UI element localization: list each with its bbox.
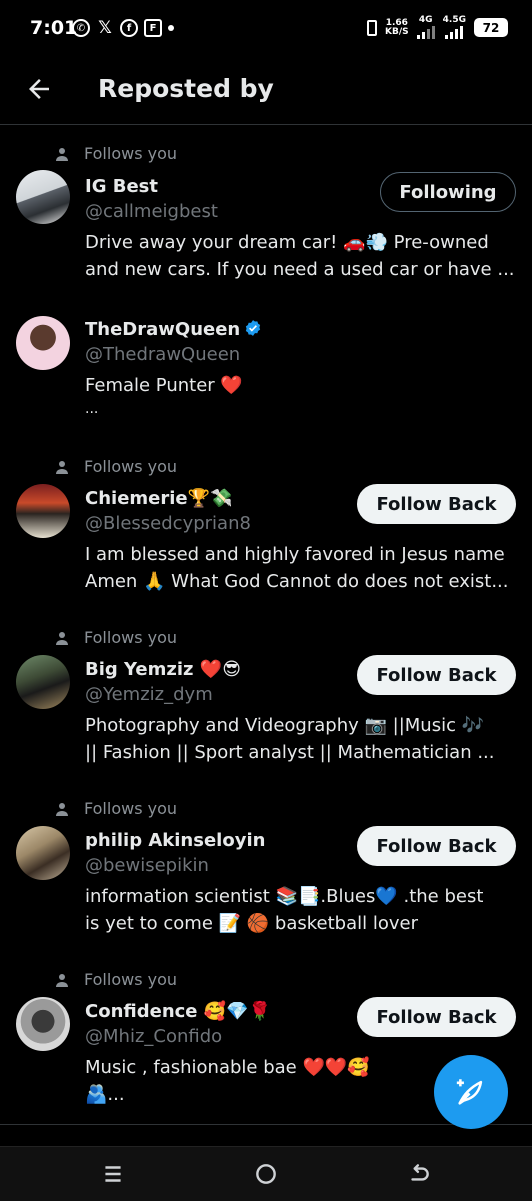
avatar[interactable]	[16, 484, 70, 538]
avatar[interactable]	[16, 170, 70, 224]
follow-back-button[interactable]: Follow Back	[357, 484, 516, 524]
user-handle: @Mhiz_Confido	[85, 1026, 223, 1047]
user-handle: @Blessedcyprian8	[85, 513, 251, 534]
whatsapp-icon: ✆	[72, 19, 90, 37]
user-handle: @bewisepikin	[85, 855, 209, 876]
app-notification-icon: F	[144, 19, 162, 37]
person-icon	[56, 147, 68, 161]
user-cell-chiemerie[interactable]: Follows you Chiemerie🏆💸 @Blessedcyprian8…	[0, 437, 532, 608]
status-bar: 7:01 ✆ 𝕏 f F 1.66 KB/S 4G 4.5G 72	[0, 0, 532, 60]
following-button[interactable]: Following	[380, 172, 516, 212]
more-notifications-dot	[168, 25, 174, 31]
user-bio: Photography and Videography 📷 ||Music 🎶 …	[85, 715, 495, 763]
user-name[interactable]: Chiemerie🏆💸	[85, 488, 232, 509]
user-name[interactable]: philip Akinseloyin	[85, 830, 265, 851]
avatar[interactable]	[16, 826, 70, 880]
user-name[interactable]: IG Best	[85, 176, 158, 197]
person-icon	[56, 973, 68, 987]
follow-back-button[interactable]: Follow Back	[357, 997, 516, 1037]
person-icon	[56, 631, 68, 645]
follows-you-row: Follows you	[54, 628, 177, 647]
avatar[interactable]	[16, 997, 70, 1051]
system-nav-bar	[0, 1146, 532, 1201]
status-time: 7:01	[30, 17, 78, 39]
user-handle: @callmeigbest	[85, 201, 218, 222]
home-icon[interactable]	[253, 1161, 279, 1187]
user-bio: Drive away your dream car! 🚗💨 Pre-owned …	[85, 232, 515, 280]
follows-you-row: Follows you	[54, 144, 177, 163]
user-bio: I am blessed and highly favored in Jesus…	[85, 544, 509, 592]
person-icon	[56, 460, 68, 474]
back-arrow-icon[interactable]	[24, 74, 54, 104]
verified-badge-icon	[246, 320, 261, 336]
follow-back-button[interactable]: Follow Back	[357, 655, 516, 695]
user-bio: information scientist 📚📑.Blues💙 .the bes…	[85, 886, 484, 934]
battery-indicator: 72	[474, 18, 508, 37]
signal-1: 4G	[416, 16, 435, 39]
compose-feather-icon	[456, 1079, 483, 1105]
user-cell-igbest[interactable]: Follows you IG Best @callmeigbest Follow…	[0, 124, 532, 292]
user-name[interactable]: Big Yemziz ❤️😎	[85, 659, 241, 680]
page-title: Reposted by	[98, 74, 274, 103]
user-cell-philip[interactable]: Follows you philip Akinseloyin @bewisepi…	[0, 779, 532, 950]
top-app-bar: Reposted by	[0, 60, 532, 125]
person-icon	[56, 802, 68, 816]
follows-you-row: Follows you	[54, 799, 177, 818]
back-nav-icon[interactable]	[406, 1161, 432, 1187]
follows-you-row: Follows you	[54, 970, 177, 989]
vibrate-icon	[367, 19, 378, 36]
user-name[interactable]: TheDrawQueen	[85, 319, 262, 340]
user-name[interactable]: Confidence 🥰💎🌹	[85, 1001, 271, 1022]
signal-2: 4.5G	[443, 16, 466, 39]
compose-fab[interactable]	[434, 1055, 508, 1129]
avatar[interactable]	[16, 316, 70, 370]
recents-icon[interactable]	[100, 1161, 126, 1187]
avatar[interactable]	[16, 655, 70, 709]
facebook-icon: f	[120, 19, 138, 37]
net-speed: 1.66 KB/S	[385, 17, 409, 37]
user-cell-bigyemziz[interactable]: Follows you Big Yemziz ❤️😎 @Yemziz_dym F…	[0, 608, 532, 779]
user-handle: @ThedrawQueen	[85, 344, 241, 365]
user-handle: @Yemziz_dym	[85, 684, 213, 705]
x-app-icon: 𝕏	[98, 18, 112, 38]
follow-back-button[interactable]: Follow Back	[357, 826, 516, 866]
user-cell-thedrawqueen[interactable]: TheDrawQueen @ThedrawQueen Female Punter…	[0, 292, 532, 437]
user-bio: Female Punter ❤️ ...	[85, 375, 243, 417]
follows-you-row: Follows you	[54, 457, 177, 476]
